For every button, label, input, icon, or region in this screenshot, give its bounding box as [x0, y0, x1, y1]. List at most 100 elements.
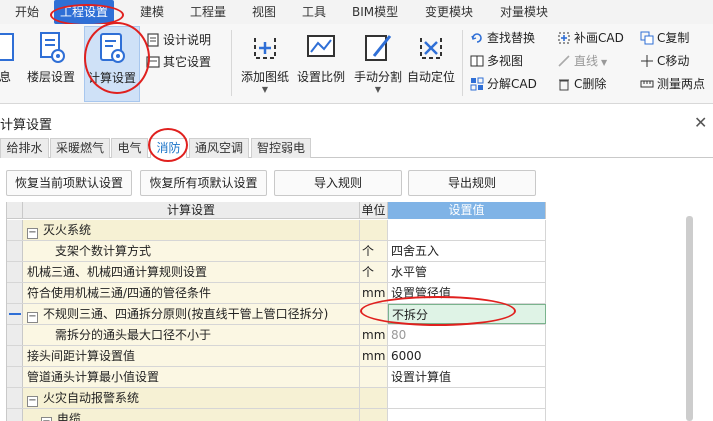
copy-cad-button[interactable]: C复制	[640, 28, 689, 48]
row-name-cell: − 火灾自动报警系统	[23, 388, 360, 408]
set-scale-button[interactable]: 设置比例	[295, 26, 347, 102]
floor-settings-label: 楼层设置	[26, 70, 75, 84]
row-value-cell[interactable]: 6000	[388, 346, 546, 366]
add-drawing-label: 添加图纸	[240, 70, 289, 84]
find-replace-label: 查找替换	[487, 31, 536, 45]
tab-electrical[interactable]: 电气	[111, 138, 148, 158]
close-icon[interactable]: ✕	[694, 113, 707, 132]
collapse-icon[interactable]: −	[27, 228, 38, 239]
row-value-cell[interactable]: 水平管	[388, 262, 546, 282]
table-row[interactable]: − 灭火系统	[7, 220, 546, 241]
menu-change-module[interactable]: 变更模块	[425, 0, 473, 24]
multi-view-label: 多视图	[487, 54, 524, 68]
row-name-label: 火灾自动报警系统	[43, 391, 140, 405]
measure-button[interactable]: 测量两点	[640, 74, 705, 94]
tab-heating-gas[interactable]: 采暖燃气	[50, 138, 110, 158]
fill-cad-icon	[557, 31, 571, 45]
locate-icon	[420, 38, 442, 59]
collapse-icon[interactable]: −	[41, 417, 52, 421]
delete-cad-button[interactable]: C删除	[557, 74, 606, 94]
table-row[interactable]: 机械三通、机械四通计算规则设置 个水平管	[7, 262, 546, 283]
row-name-label: 符合使用机械三通/四通的管径条件	[27, 286, 212, 300]
menu-bim-model[interactable]: BIM模型	[352, 0, 398, 24]
row-name-label: 支架个数计算方式	[55, 244, 152, 258]
menu-start[interactable]: 开始	[15, 0, 39, 24]
ribbon-info-button[interactable]: 息	[0, 26, 18, 102]
import-rules-button[interactable]: 导入规则	[274, 170, 402, 196]
chevron-down-icon: ▼	[261, 85, 269, 94]
row-name-label: 管道通头计算最小值设置	[27, 370, 160, 384]
menu-quantity[interactable]: 工程量	[190, 0, 226, 24]
table-row[interactable]: 管道通头计算最小值设置 设置计算值	[7, 367, 546, 388]
explode-cad-button[interactable]: 分解CAD	[470, 74, 537, 94]
row-value-cell[interactable]	[388, 409, 546, 421]
find-replace-button[interactable]: 查找替换	[470, 28, 535, 48]
tab-smart-control[interactable]: 智控弱电	[251, 138, 311, 158]
tab-water-supply[interactable]: 给排水	[0, 138, 49, 158]
restore-all-default-button[interactable]: 恢复所有项默认设置	[140, 170, 267, 196]
manual-split-label: 手动分割	[353, 70, 402, 84]
scale-icon	[307, 35, 335, 57]
row-indicator	[7, 388, 23, 408]
row-name-label: 灭火系统	[43, 223, 92, 237]
other-settings-label: 其它设置	[163, 55, 212, 69]
table-row[interactable]: − 火灾自动报警系统	[7, 388, 546, 409]
grid-header: 计算设置 单位 设置值	[7, 202, 546, 219]
manual-split-button[interactable]: 手动分割 ▼	[352, 26, 404, 102]
table-row[interactable]: 需拆分的通头最大口径不小于 mm 80	[7, 325, 546, 346]
row-unit-cell	[360, 367, 388, 387]
pencil-icon	[365, 35, 392, 61]
table-row[interactable]: 支架个数计算方式 个四舍五入	[7, 241, 546, 262]
menu-compare-module[interactable]: 对量模块	[500, 0, 548, 24]
row-value-cell[interactable]: 80	[388, 325, 546, 345]
grid-corner	[7, 202, 23, 219]
fill-cad-button[interactable]: 补画CAD	[557, 28, 624, 48]
restore-current-default-button[interactable]: 恢复当前项默认设置	[6, 170, 132, 196]
design-notes-button[interactable]: 设计说明	[146, 30, 211, 50]
find-replace-icon	[470, 31, 484, 45]
table-row[interactable]: 接头间距计算设置值 mm 6000	[7, 346, 546, 367]
row-value-cell[interactable]: 四舍五入	[388, 241, 546, 261]
row-value-cell[interactable]: 设置计算值	[388, 367, 546, 387]
menu-view[interactable]: 视图	[252, 0, 276, 24]
row-indicator	[7, 241, 23, 261]
export-rules-button[interactable]: 导出规则	[408, 170, 536, 196]
row-name-label: 需拆分的通头最大口径不小于	[55, 328, 212, 342]
line-tool-button[interactable]: 直线 ▼	[557, 51, 607, 71]
table-row[interactable]: − 电缆	[7, 409, 546, 421]
tab-hvac[interactable]: 通风空调	[189, 138, 249, 158]
ruler-icon	[640, 77, 654, 91]
delete-cad-label: C删除	[574, 77, 607, 91]
row-name-cell: 符合使用机械三通/四通的管径条件	[23, 283, 360, 303]
row-unit-cell	[360, 220, 388, 240]
row-name-label: 电缆	[57, 412, 82, 421]
menu-modeling[interactable]: 建模	[140, 0, 164, 24]
move-cad-button[interactable]: C移动	[640, 51, 689, 71]
other-settings-button[interactable]: 其它设置	[146, 52, 211, 72]
row-unit-cell: mm	[360, 346, 388, 366]
header-calc-settings: 计算设置	[23, 202, 360, 219]
row-name-label: 不规则三通、四通拆分原则(按直线干管上管口径拆分)	[43, 307, 329, 321]
row-name-label: 机械三通、机械四通计算规则设置	[27, 265, 208, 279]
auto-locate-button[interactable]: 自动定位	[405, 26, 457, 102]
row-indicator	[7, 346, 23, 366]
floor-settings-button[interactable]: 楼层设置	[24, 26, 78, 102]
multi-view-button[interactable]: 多视图	[470, 51, 523, 71]
trash-icon	[557, 77, 571, 91]
copy-icon	[640, 31, 654, 45]
row-name-label: 接头间距计算设置值	[27, 349, 136, 363]
row-name-cell: 接头间距计算设置值	[23, 346, 360, 366]
vertical-scrollbar[interactable]	[686, 216, 693, 421]
add-drawing-button[interactable]: 添加图纸 ▼	[240, 26, 290, 102]
row-unit-cell	[360, 388, 388, 408]
row-indicator	[7, 325, 23, 345]
row-value-cell[interactable]	[388, 220, 546, 240]
row-value-cell[interactable]	[388, 388, 546, 408]
floor-settings-icon	[40, 32, 65, 63]
menu-tools[interactable]: 工具	[302, 0, 326, 24]
row-unit-cell: 个	[360, 262, 388, 282]
collapse-icon[interactable]: −	[27, 396, 38, 407]
row-name-cell: 管道通头计算最小值设置	[23, 367, 360, 387]
row-indicator	[7, 220, 23, 240]
collapse-icon[interactable]: −	[27, 312, 38, 323]
